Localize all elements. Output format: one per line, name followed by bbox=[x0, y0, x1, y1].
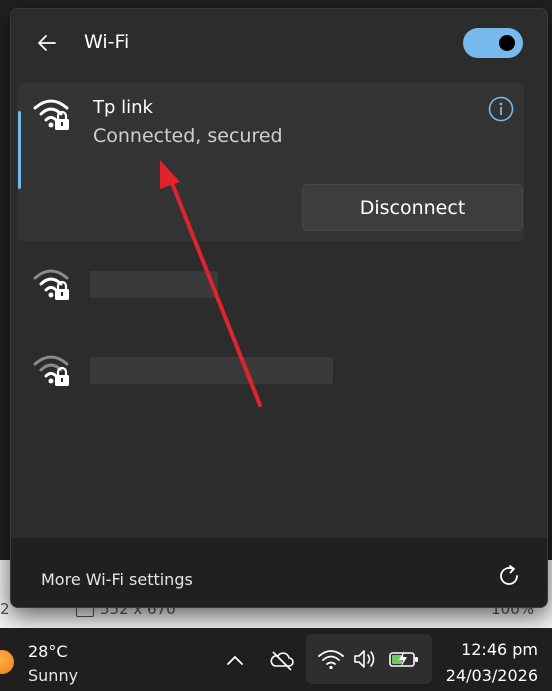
wifi-toggle-knob bbox=[499, 35, 515, 51]
weather-temperature[interactable]: 28°C bbox=[28, 642, 68, 661]
flyout-title: Wi-Fi bbox=[84, 31, 130, 53]
status-left-number: 2 bbox=[0, 600, 10, 618]
wifi-icon bbox=[318, 650, 344, 670]
network-status: Connected, secured bbox=[93, 125, 283, 147]
selection-indicator bbox=[18, 111, 21, 189]
flyout-footer: More Wi-Fi settings bbox=[11, 537, 547, 607]
quick-settings-tray[interactable] bbox=[306, 634, 432, 684]
wifi-secured-icon bbox=[33, 269, 69, 300]
back-arrow-icon[interactable] bbox=[35, 31, 59, 55]
weather-description[interactable]: Sunny bbox=[28, 666, 78, 685]
network-list-item[interactable] bbox=[17, 259, 524, 319]
clock-time[interactable]: 12:46 pm bbox=[461, 640, 538, 659]
disconnect-button[interactable]: Disconnect bbox=[302, 184, 523, 231]
wifi-toggle[interactable] bbox=[463, 28, 523, 58]
clock-date[interactable]: 24/03/2026 bbox=[446, 666, 538, 685]
network-name: Tp link bbox=[93, 97, 153, 118]
wifi-flyout: Wi-Fi Tp link Connected, secured Disconn… bbox=[10, 8, 548, 608]
info-icon[interactable] bbox=[488, 96, 514, 122]
taskbar: 28°C Sunny 12:46 pm 24/03/2026 bbox=[0, 628, 552, 691]
redacted-network-name bbox=[90, 271, 218, 298]
chevron-up-icon[interactable] bbox=[223, 648, 247, 672]
refresh-icon[interactable] bbox=[495, 562, 523, 590]
connected-network-item[interactable]: Tp link Connected, secured Disconnect bbox=[17, 83, 524, 241]
more-wifi-settings-link[interactable]: More Wi-Fi settings bbox=[41, 570, 193, 589]
onedrive-offline-icon[interactable] bbox=[268, 646, 296, 674]
volume-icon bbox=[354, 650, 375, 668]
redacted-network-name bbox=[90, 357, 333, 384]
sun-icon[interactable] bbox=[0, 650, 14, 674]
network-list-item[interactable] bbox=[17, 345, 524, 405]
battery-charging-icon bbox=[389, 651, 418, 667]
wifi-secured-icon bbox=[33, 355, 69, 386]
wifi-secured-icon bbox=[33, 99, 69, 130]
